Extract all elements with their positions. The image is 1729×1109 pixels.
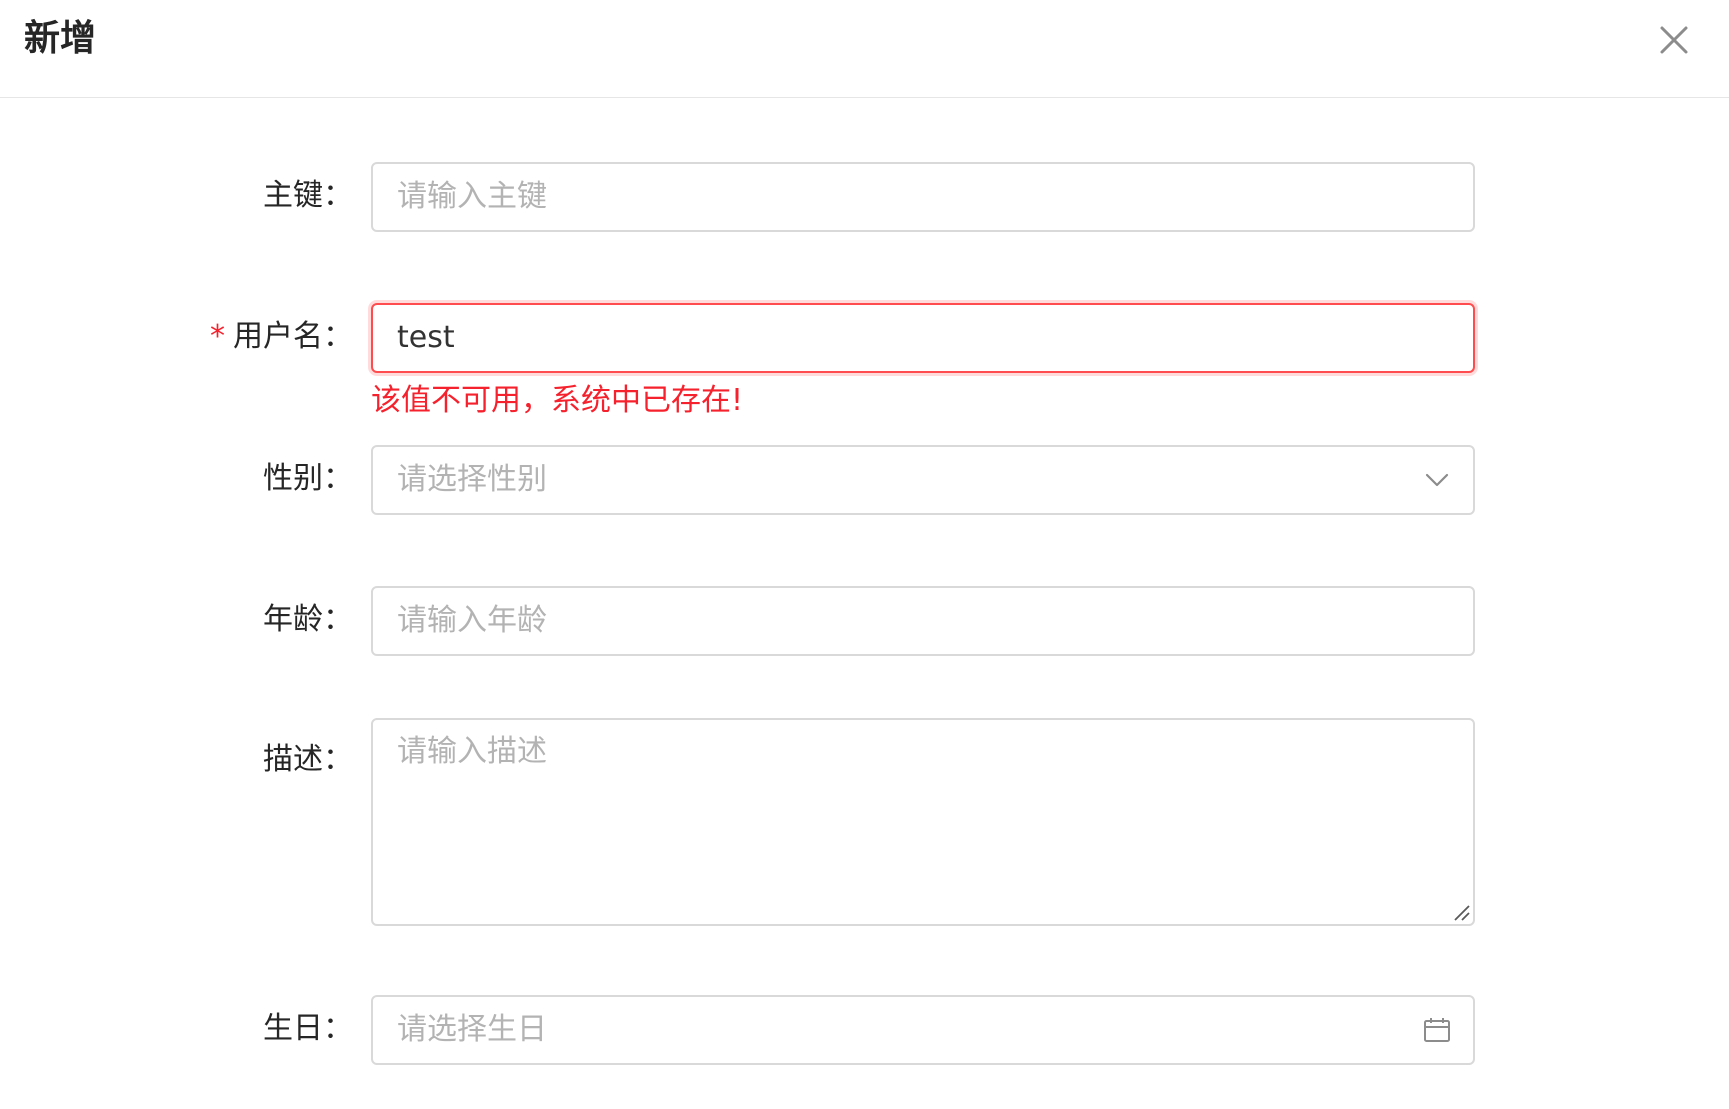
required-mark: * (210, 319, 225, 354)
birthday-placeholder: 请选择生日 (397, 1012, 547, 1047)
age-input[interactable]: 请输入年龄 (371, 586, 1475, 656)
description-textarea[interactable]: 请输入描述 (371, 718, 1475, 926)
username-error-message: 该值不可用，系统中已存在! (371, 383, 744, 418)
add-modal: 新增 主键： 请输入主键 * 用户名： test 该值不可用，系统中已存在! 性别… (0, 0, 1729, 1109)
age-label: 年龄： (263, 602, 353, 637)
id-input[interactable]: 请输入主键 (371, 162, 1475, 232)
birthday-datepicker[interactable]: 请选择生日 (371, 995, 1475, 1065)
username-value: test (397, 320, 455, 355)
modal-header: 新增 (0, 0, 1729, 98)
description-placeholder: 请输入描述 (397, 734, 547, 769)
gender-select[interactable]: 请选择性别 (371, 445, 1475, 515)
calendar-icon[interactable] (1421, 1014, 1453, 1046)
close-icon (1660, 26, 1688, 54)
close-button[interactable] (1654, 20, 1694, 60)
modal-title: 新增 (24, 18, 97, 59)
id-placeholder: 请输入主键 (397, 179, 547, 214)
gender-label: 性别： (263, 461, 353, 496)
id-label: 主键： (263, 178, 353, 213)
username-label: * 用户名： (210, 319, 353, 354)
age-placeholder: 请输入年龄 (397, 603, 547, 638)
username-input[interactable]: test (371, 303, 1475, 373)
gender-placeholder: 请选择性别 (397, 462, 547, 497)
description-label: 描述： (263, 742, 353, 777)
birthday-label: 生日： (263, 1011, 353, 1046)
resize-handle-icon[interactable] (1451, 902, 1471, 922)
chevron-down-icon[interactable] (1421, 464, 1453, 496)
